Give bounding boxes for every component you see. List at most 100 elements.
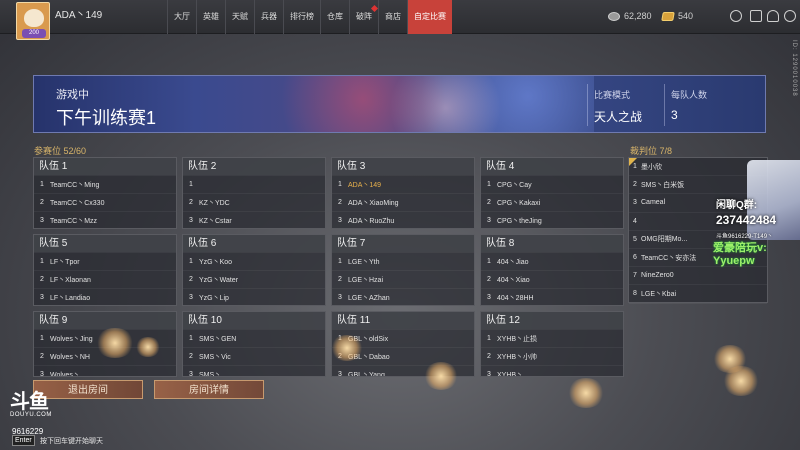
player-name: LGE丶Hzai xyxy=(348,276,384,284)
lantern-light xyxy=(567,378,605,408)
mode-value: 天人之战 xyxy=(594,110,643,124)
team-slot[interactable]: 2 LGE丶Hzai xyxy=(332,270,474,288)
nav-item[interactable]: 兵器 xyxy=(254,0,283,34)
nav-item[interactable]: 仓库 xyxy=(320,0,349,34)
banner-artwork xyxy=(264,76,594,132)
team-slot[interactable]: 1 YzG丶Koo xyxy=(183,252,325,270)
team-slot[interactable]: 2 LF丶Xlaonan xyxy=(34,270,176,288)
nav-item[interactable]: 排行榜 xyxy=(283,0,320,34)
slot-number: 3 xyxy=(189,294,193,301)
team-card: 队伍 5 1 LF丶Tpor 2 LF丶Xlaonan 3 LF丶Landiao xyxy=(33,234,177,306)
team-slot[interactable]: 2 KZ丶YDC xyxy=(183,193,325,211)
player-name: YzG丶Lip xyxy=(199,294,229,302)
team-slot[interactable]: 1 SMS丶GEN xyxy=(183,329,325,347)
team-slot[interactable]: 2 404丶Xiao xyxy=(481,270,623,288)
team-slot[interactable]: 2 YzG丶Water xyxy=(183,270,325,288)
team-card: 队伍 1 1 TeamCC丶Ming 2 TeamCC丶Cx330 3 TeamCC丶Mzz xyxy=(33,157,177,229)
player-name: LF丶Xlaonan xyxy=(50,276,91,284)
team-slot[interactable]: 3 CPG丶theJing xyxy=(481,211,623,228)
lantern-light xyxy=(423,362,459,390)
team-card: 队伍 2 1 2 KZ丶YDC 3 KZ丶Cstar xyxy=(182,157,326,229)
team-slot[interactable]: 3 LF丶Landiao xyxy=(34,288,176,305)
team-slot[interactable]: 1 LF丶Tpor xyxy=(34,252,176,270)
slot-number: 3 xyxy=(189,371,193,377)
slot-number: 1 xyxy=(40,258,44,265)
team-slot[interactable]: 2 TeamCC丶Cx330 xyxy=(34,193,176,211)
referee-slot[interactable]: 7 NineZero0 xyxy=(629,267,767,286)
referees-label: 裁判位 7/8 xyxy=(630,146,673,156)
chat-hint: 按下回车键开始聊天 xyxy=(40,438,103,445)
user-id-text: ID: 1290010038 xyxy=(791,40,797,97)
team-slot[interactable]: 2 SMS丶Vic xyxy=(183,347,325,365)
slot-number: 3 xyxy=(40,217,44,224)
team-card: 队伍 12 1 XYHB丶止损 2 XYHB丶小帅 3 XYHB丶... xyxy=(480,311,624,377)
nav-item[interactable]: 自定比赛 xyxy=(407,0,452,34)
team-slot[interactable]: 3 SMS丶... xyxy=(183,365,325,377)
slot-number: 3 xyxy=(487,371,491,377)
clock-icon[interactable] xyxy=(730,10,742,22)
main-nav: 大厅 英雄 天赋 兵器 排行榜 仓库 破阵 商店 自定比赛 xyxy=(167,0,452,34)
slot-number: 2 xyxy=(189,276,193,283)
mail-icon[interactable] xyxy=(750,10,762,22)
nav-item[interactable]: 英雄 xyxy=(196,0,225,34)
team-name: 队伍 9 xyxy=(34,312,176,329)
team-card: 队伍 8 1 404丶Jiao 2 404丶Xiao 3 404丶28HH xyxy=(480,234,624,306)
banner-divider xyxy=(664,84,665,126)
qq-group-label: 闲聊Q群: xyxy=(716,200,758,211)
referee-name: NineZero0 xyxy=(641,272,674,280)
team-slot[interactable]: 1 XYHB丶止损 xyxy=(481,329,623,347)
slot-number: 7 xyxy=(633,272,637,280)
referee-name: SMS丶白米饭 xyxy=(641,181,685,189)
slot-number: 8 xyxy=(633,290,637,298)
team-slot[interactable]: 3 KZ丶Cstar xyxy=(183,211,325,228)
participants-label: 参赛位 52/60 xyxy=(34,146,87,156)
player-name: Wolves丶... xyxy=(50,371,86,377)
team-slot[interactable]: 3 Wolves丶... xyxy=(34,365,176,377)
slot-number: 2 xyxy=(40,353,44,360)
nav-item[interactable]: 天赋 xyxy=(225,0,254,34)
stream-overlay: 闲聊Q群: 237442484 斗鱼9616229-T149丶 爱豪陪玩v: Y… xyxy=(713,196,800,267)
team-slot[interactable]: 2 CPG丶Kakaxi xyxy=(481,193,623,211)
team-name: 队伍 6 xyxy=(183,235,325,252)
slot-number: 2 xyxy=(487,353,491,360)
douyu-logo: 斗鱼 DOUYU.COM xyxy=(10,392,58,422)
player-name: CPG丶theJing xyxy=(497,217,542,225)
slot-number: 2 xyxy=(189,353,193,360)
team-slot[interactable]: 1 ADA丶149 xyxy=(332,175,474,193)
team-slot[interactable]: 2 XYHB丶小帅 xyxy=(481,347,623,365)
team-slot[interactable]: 3 YzG丶Lip xyxy=(183,288,325,305)
player-name: XYHB丶止损 xyxy=(497,335,538,343)
slot-number: 3 xyxy=(487,294,491,301)
referee-name: LGE丶Kbai xyxy=(641,290,677,298)
team-slot[interactable]: 1 xyxy=(183,175,325,193)
nav-item[interactable]: 商店 xyxy=(378,0,407,34)
avatar[interactable]: 200 xyxy=(16,2,50,40)
team-slot[interactable]: 3 XYHB丶... xyxy=(481,365,623,377)
slot-number: 3 xyxy=(338,217,342,224)
settings-icon[interactable] xyxy=(784,10,796,22)
player-name: CPG丶Cay xyxy=(497,181,532,189)
team-name: 队伍 4 xyxy=(481,158,623,175)
team-slot[interactable]: 2 ADA丶XiaoMing xyxy=(332,193,474,211)
team-slot[interactable]: 1 404丶Jiao xyxy=(481,252,623,270)
team-slot[interactable]: 3 TeamCC丶Mzz xyxy=(34,211,176,228)
player-name: Wolves丶NH xyxy=(50,353,90,361)
team-slot[interactable]: 1 CPG丶Cay xyxy=(481,175,623,193)
silver-amount: 62,280 xyxy=(624,11,652,21)
team-slot[interactable]: 3 404丶28HH xyxy=(481,288,623,305)
team-slot[interactable]: 3 LGE丶AZhan xyxy=(332,288,474,305)
player-name: KZ丶YDC xyxy=(199,199,230,207)
slot-number: 3 xyxy=(633,199,637,207)
player-name: 404丶Xiao xyxy=(497,276,530,284)
team-slot[interactable]: 1 LGE丶Yth xyxy=(332,252,474,270)
referee-slot[interactable]: 8 LGE丶Kbai xyxy=(629,285,767,304)
team-slot[interactable]: 1 TeamCC丶Ming xyxy=(34,175,176,193)
nav-item[interactable]: 大厅 xyxy=(167,0,196,34)
room-details-button[interactable]: 房间详情 xyxy=(154,380,264,399)
team-slot[interactable]: 3 ADA丶RuoZhu xyxy=(332,211,474,228)
friends-icon[interactable] xyxy=(767,10,779,22)
nav-item[interactable]: 破阵 xyxy=(349,0,379,34)
team-card: 队伍 3 1 ADA丶149 2 ADA丶XiaoMing 3 ADA丶RuoZhu xyxy=(331,157,475,229)
player-name: TeamCC丶Mzz xyxy=(50,217,98,225)
slot-number: 3 xyxy=(487,217,491,224)
